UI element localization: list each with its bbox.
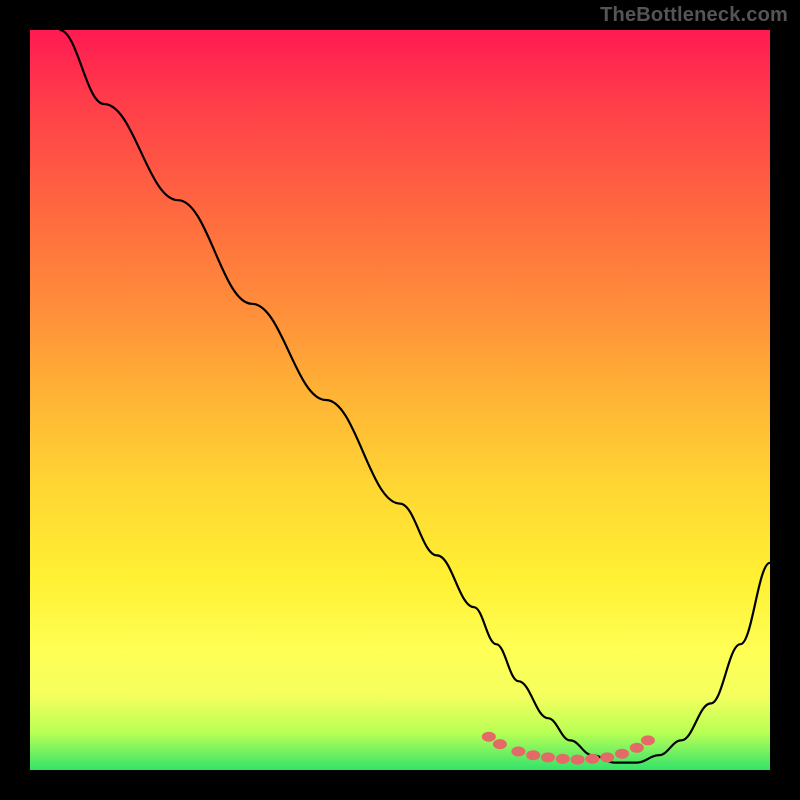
marker-dot	[641, 735, 655, 745]
plot-area	[30, 30, 770, 770]
marker-dot	[585, 754, 599, 764]
bottleneck-curve	[60, 30, 770, 763]
watermark-text: TheBottleneck.com	[600, 4, 788, 27]
marker-dot	[482, 732, 496, 742]
marker-dots	[482, 732, 655, 765]
marker-dot	[571, 755, 585, 765]
chart-root: TheBottleneck.com	[0, 0, 800, 800]
marker-dot	[511, 747, 525, 757]
marker-dot	[600, 752, 614, 762]
marker-dot	[630, 743, 644, 753]
marker-dot	[541, 752, 555, 762]
marker-dot	[526, 750, 540, 760]
marker-dot	[493, 739, 507, 749]
marker-dot	[556, 754, 570, 764]
chart-overlay	[30, 30, 770, 770]
marker-dot	[615, 749, 629, 759]
